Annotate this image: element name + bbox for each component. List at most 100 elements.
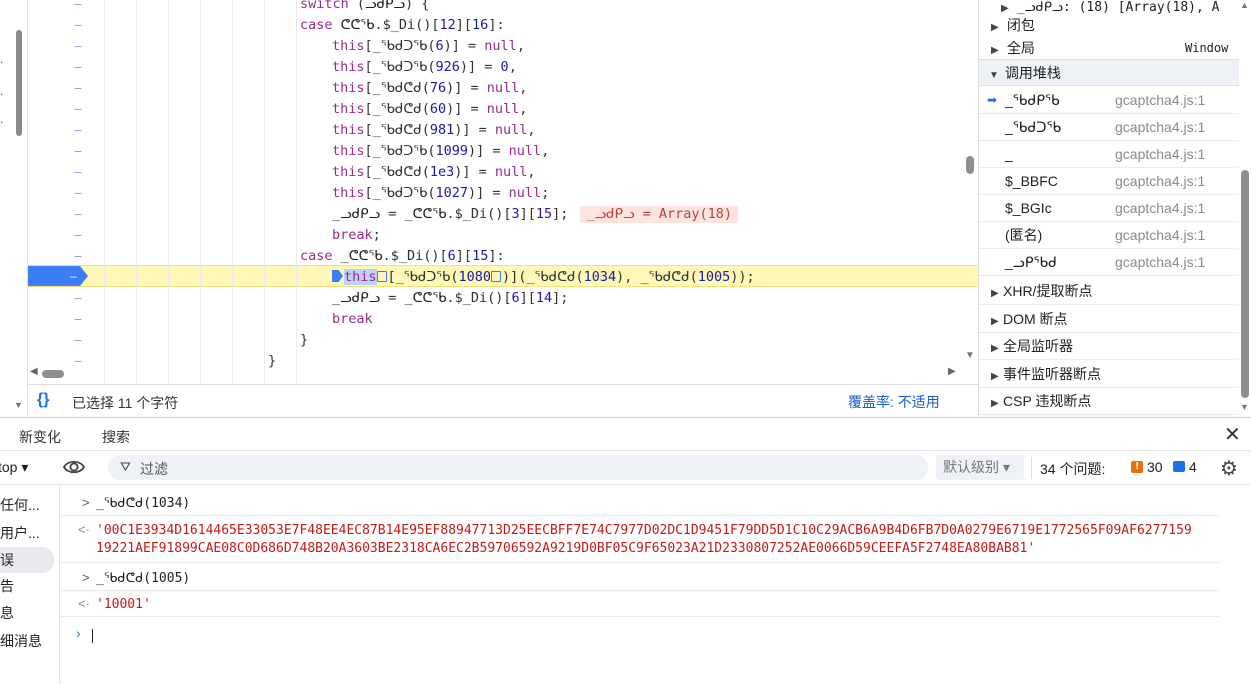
- console-sidebar-item[interactable]: 任何...: [0, 495, 40, 515]
- gutter-mark[interactable]: –: [68, 288, 88, 309]
- breakpoint-section[interactable]: ▶ XHR/提取断点: [979, 278, 1239, 305]
- code-line[interactable]: – this[_ᖃᑯᕦᑯ(981)] = null,: [28, 120, 978, 141]
- scroll-down-arrow-icon[interactable]: ▼: [14, 400, 23, 410]
- code-line[interactable]: – case _ᕦᕦᖃ.$_Di()[6][15]:: [28, 246, 978, 267]
- call-frame[interactable]: _ gcaptcha4.js:1: [979, 141, 1239, 168]
- editor-horizontal-scrollbar[interactable]: ◀ ▶: [28, 366, 964, 382]
- call-frame[interactable]: _ᓗᑭᖃᑯ gcaptcha4.js:1: [979, 249, 1239, 276]
- code-line[interactable]: – this[_ᖃᑯᕦᑯ(1e3)] = null,: [28, 162, 978, 183]
- scope-global[interactable]: ▶ 全局 Window: [991, 37, 1251, 59]
- scroll-left-arrow-icon[interactable]: ◀: [30, 366, 38, 377]
- gutter-mark[interactable]: –: [68, 0, 88, 15]
- expand-triangle-icon[interactable]: ▶: [991, 390, 1003, 417]
- gutter-mark[interactable]: –: [68, 246, 88, 267]
- coverage-link[interactable]: 覆盖率: 不适用: [848, 392, 940, 412]
- frame-location[interactable]: gcaptcha4.js:1: [1115, 87, 1205, 114]
- tab-whats-new[interactable]: 新变化: [19, 427, 61, 447]
- code-line[interactable]: – this[_ᖃᑯᑐᖃ(926)] = 0,: [28, 57, 978, 78]
- source-editor[interactable]: – switch (ᓗᑯᑭᓗ) {– case ᕦᕦᖃ.$_Di()[12][16]…: [28, 0, 978, 384]
- gutter-mark[interactable]: –: [68, 15, 88, 36]
- code-line[interactable]: – _ᓗᑯᑭᓗ = _ᕦᕦᖃ.$_Di()[6][14];: [28, 288, 978, 309]
- code-line[interactable]: – this[_ᖃᑯᕦᑯ(76)] = null,: [28, 78, 978, 99]
- call-stack-header[interactable]: ▼ 调用堆栈: [979, 59, 1239, 86]
- scroll-right-arrow-icon[interactable]: ▶: [948, 366, 956, 377]
- gutter-mark[interactable]: –: [68, 141, 88, 162]
- call-frame[interactable]: $_BBFC gcaptcha4.js:1: [979, 168, 1239, 195]
- gutter-mark[interactable]: –: [68, 162, 88, 183]
- call-frame[interactable]: (匿名) gcaptcha4.js:1: [979, 222, 1239, 249]
- gear-icon[interactable]: ⚙: [1220, 456, 1238, 481]
- eye-icon[interactable]: [62, 457, 86, 477]
- code-line[interactable]: – this[_ᖃᑯᑐᖃ(1099)] = null,: [28, 141, 978, 162]
- code-line[interactable]: – this[_ᖃᑯᕦᑯ(60)] = null,: [28, 99, 978, 120]
- expand-triangle-icon[interactable]: ▶: [991, 363, 1003, 390]
- console-log[interactable]: > _ᖃᑯᕦᑯ(1034) <· '00C1E3934D1614465E33053E7…: [60, 485, 1251, 684]
- scrollbar-thumb[interactable]: [1241, 170, 1249, 398]
- message-count[interactable]: 4: [1189, 459, 1197, 475]
- console-sidebar-item[interactable]: 息: [0, 603, 14, 623]
- step-into-marker-icon[interactable]: [491, 271, 502, 282]
- code-line[interactable]: – _ᓗᑯᑭᓗ = _ᕦᕦᖃ.$_Di()[3][15]; _ᓗᑯᑭᓗ = Arra…: [28, 204, 978, 225]
- step-into-marker-icon[interactable]: [332, 270, 343, 282]
- expand-triangle-icon[interactable]: ▶: [991, 308, 1003, 335]
- gutter-mark[interactable]: –: [68, 120, 88, 141]
- code-line[interactable]: – this[_ᖃᑯᑐᖃ(1027)] = null;: [28, 183, 978, 204]
- console-sidebar-item[interactable]: 告: [0, 576, 14, 596]
- breakpoint-marker[interactable]: –: [28, 266, 88, 286]
- frame-location[interactable]: gcaptcha4.js:1: [1115, 114, 1205, 141]
- frame-location[interactable]: gcaptcha4.js:1: [1115, 168, 1205, 195]
- gutter-mark[interactable]: –: [68, 225, 88, 246]
- gutter-mark[interactable]: –: [68, 183, 88, 204]
- code-line[interactable]: – break;: [28, 225, 978, 246]
- filter-input[interactable]: ⛛ 过滤: [108, 455, 928, 480]
- issues-count[interactable]: 34 个问题:: [1040, 459, 1105, 479]
- expand-triangle-icon[interactable]: ▶: [991, 280, 1003, 307]
- expand-triangle-icon[interactable]: ▶: [991, 335, 1003, 362]
- expand-triangle-icon[interactable]: ▶: [991, 17, 1003, 39]
- gutter-mark[interactable]: –: [68, 57, 88, 78]
- scrollbar-thumb[interactable]: [42, 370, 64, 378]
- gutter-mark[interactable]: –: [68, 330, 88, 351]
- scope-closure[interactable]: ▶ 闭包: [991, 14, 1251, 36]
- code-line[interactable]: – break: [28, 309, 978, 330]
- code-line[interactable]: –}: [28, 330, 978, 351]
- gutter-mark[interactable]: –: [68, 78, 88, 99]
- console-sidebar-item[interactable]: 用户...: [0, 523, 40, 543]
- frame-location[interactable]: gcaptcha4.js:1: [1115, 195, 1205, 222]
- tab-search[interactable]: 搜索: [102, 427, 130, 447]
- error-count[interactable]: 30: [1147, 459, 1163, 475]
- editor-vertical-scrollbar[interactable]: ▼: [964, 0, 978, 384]
- scrollbar-thumb[interactable]: [966, 156, 974, 174]
- code-line[interactable]: – switch (ᓗᑯᑭᓗ) {: [28, 0, 978, 15]
- navigator-scrollbar[interactable]: [16, 30, 22, 136]
- frame-location[interactable]: gcaptcha4.js:1: [1115, 222, 1205, 249]
- call-frame[interactable]: _ᖃᑯᑐᖃ gcaptcha4.js:1: [979, 114, 1239, 141]
- scroll-up-arrow-icon[interactable]: ▲: [1240, 0, 1249, 10]
- breakpoint-section[interactable]: ▶ DOM 断点: [979, 306, 1239, 333]
- scroll-down-arrow-icon[interactable]: ▼: [965, 350, 975, 361]
- gutter-mark[interactable]: –: [68, 309, 88, 330]
- breakpoint-section[interactable]: ▶ 事件监听器断点: [979, 361, 1239, 388]
- console-sidebar-item[interactable]: 误: [0, 547, 54, 573]
- gutter-mark[interactable]: –: [68, 99, 88, 120]
- console-sidebar-item[interactable]: 细消息: [0, 631, 42, 651]
- sidebar-scrollbar[interactable]: ▲ ▼: [1239, 0, 1251, 417]
- pretty-print-icon[interactable]: {}: [37, 391, 49, 409]
- scroll-down-arrow-icon[interactable]: ▼: [1240, 402, 1249, 412]
- call-frame[interactable]: ➡ _ᖃᑯᑭᖃ gcaptcha4.js:1: [979, 87, 1239, 114]
- breakpoint-section[interactable]: ▶ 全局监听器: [979, 333, 1239, 360]
- frame-location[interactable]: gcaptcha4.js:1: [1115, 249, 1205, 276]
- close-icon[interactable]: ✕: [1224, 422, 1241, 447]
- console-input-caret[interactable]: [92, 629, 93, 643]
- code-line[interactable]: this [_ᖃᑯᑐᖃ(1080)](_ᖃᑯᕦᑯ(1034), _ᖃᑯᕦᑯ(100…: [28, 267, 978, 288]
- call-frame[interactable]: $_BGIc gcaptcha4.js:1: [979, 195, 1239, 222]
- log-levels-dropdown[interactable]: 默认级别 ▾: [936, 455, 1024, 480]
- step-into-marker-icon[interactable]: [376, 271, 387, 282]
- gutter-mark[interactable]: –: [68, 204, 88, 225]
- gutter-mark[interactable]: –: [68, 36, 88, 57]
- context-selector[interactable]: top ▾: [0, 459, 28, 476]
- code-line[interactable]: – case ᕦᕦᖃ.$_Di()[12][16]:: [28, 15, 978, 36]
- code-line[interactable]: – this[_ᖃᑯᑐᖃ(6)] = null,: [28, 36, 978, 57]
- collapse-triangle-icon[interactable]: ▼: [989, 62, 1001, 89]
- breakpoint-section[interactable]: ▶ CSP 违规断点: [979, 388, 1239, 415]
